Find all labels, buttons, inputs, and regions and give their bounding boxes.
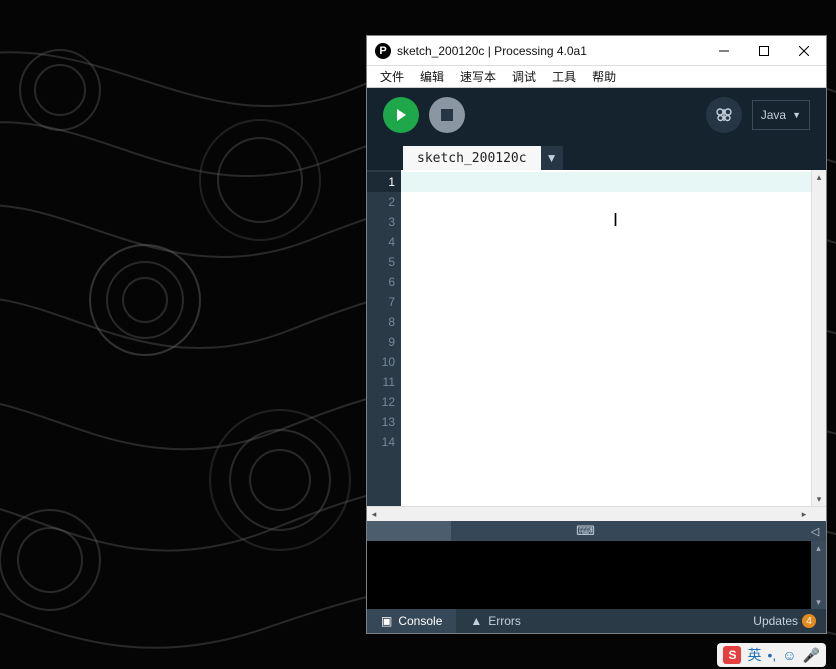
line-number[interactable]: 10 — [367, 352, 401, 372]
mode-selector[interactable]: Java ▼ — [752, 100, 810, 130]
scroll-left-icon[interactable]: ◂ — [367, 509, 381, 520]
sogou-icon[interactable]: S — [723, 646, 741, 664]
line-number[interactable]: 2 — [367, 192, 401, 212]
collapse-console-icon[interactable]: ◁ — [804, 521, 826, 541]
statusbar: ⌨ ◁ — [367, 521, 826, 541]
console-tab[interactable]: ▣ Console — [367, 609, 456, 633]
scroll-down-icon[interactable]: ▾ — [812, 492, 826, 506]
line-number[interactable]: 1 — [367, 172, 401, 192]
ime-emoji-icon[interactable]: ☺ — [782, 647, 796, 663]
line-number[interactable]: 4 — [367, 232, 401, 252]
close-button[interactable] — [784, 36, 824, 65]
ime-punct[interactable]: •, — [767, 647, 776, 663]
tabs-row: sketch_200120c ▼ — [367, 142, 826, 170]
stop-button[interactable] — [429, 97, 465, 133]
line-number[interactable]: 12 — [367, 392, 401, 412]
errors-tab[interactable]: ▲ Errors — [456, 609, 535, 633]
updates-label: Updates — [753, 614, 798, 628]
line-number[interactable]: 11 — [367, 372, 401, 392]
ime-lang[interactable]: 英 — [747, 645, 761, 665]
processing-window: P sketch_200120c | Processing 4.0a1 文件 编… — [367, 36, 826, 633]
warning-icon: ▲ — [470, 614, 482, 628]
tab-menu-button[interactable]: ▼ — [541, 146, 563, 170]
updates-badge: 4 — [802, 614, 816, 628]
debugger-button[interactable] — [706, 97, 742, 133]
line-number[interactable]: 5 — [367, 252, 401, 272]
ime-mic-icon[interactable]: 🎤 — [803, 647, 820, 664]
tab-sketch[interactable]: sketch_200120c — [403, 146, 541, 170]
play-icon — [394, 108, 408, 122]
menu-sketch[interactable]: 速写本 — [453, 66, 503, 87]
line-number[interactable]: 9 — [367, 332, 401, 352]
scroll-down-icon[interactable]: ▾ — [811, 595, 826, 609]
minimize-button[interactable] — [704, 36, 744, 65]
maximize-button[interactable] — [744, 36, 784, 65]
current-line-highlight — [401, 172, 811, 192]
line-gutter[interactable]: 1234567891011121314 — [367, 170, 401, 506]
menu-file[interactable]: 文件 — [373, 66, 411, 87]
console-scrollbar[interactable]: ▴ ▾ — [811, 541, 826, 609]
line-number[interactable]: 8 — [367, 312, 401, 332]
line-number[interactable]: 14 — [367, 432, 401, 452]
chevron-down-icon: ▼ — [546, 151, 558, 165]
code-editor[interactable]: I — [401, 170, 811, 506]
line-number[interactable]: 7 — [367, 292, 401, 312]
vertical-scrollbar[interactable]: ▴ ▾ — [811, 170, 826, 506]
status-progress — [367, 521, 451, 541]
chevron-down-icon: ▼ — [792, 110, 801, 120]
run-button[interactable] — [383, 97, 419, 133]
horizontal-scrollbar[interactable]: ◂ ▸ — [367, 506, 811, 521]
line-number[interactable]: 13 — [367, 412, 401, 432]
terminal-icon: ▣ — [381, 614, 392, 628]
window-title: sketch_200120c | Processing 4.0a1 — [397, 44, 704, 58]
menu-tools[interactable]: 工具 — [545, 66, 583, 87]
butterfly-icon — [715, 106, 733, 124]
footer: ▣ Console ▲ Errors Updates 4 — [367, 609, 826, 633]
toolbar: Java ▼ — [367, 88, 826, 142]
scroll-up-icon[interactable]: ▴ — [812, 170, 826, 184]
titlebar[interactable]: P sketch_200120c | Processing 4.0a1 — [367, 36, 826, 66]
processing-icon: P — [375, 43, 391, 59]
menu-debug[interactable]: 调试 — [505, 66, 543, 87]
stop-icon — [441, 109, 453, 121]
updates-button[interactable]: Updates 4 — [743, 614, 826, 628]
console-tab-label: Console — [398, 614, 442, 628]
mode-label: Java — [761, 108, 786, 122]
keyboard-icon[interactable]: ⌨ — [575, 521, 597, 541]
text-cursor-icon: I — [613, 210, 618, 231]
line-number[interactable]: 3 — [367, 212, 401, 232]
menubar: 文件 编辑 速写本 调试 工具 帮助 — [367, 66, 826, 88]
ime-toolbar[interactable]: S 英 •, ☺ 🎤 — [717, 643, 826, 667]
scroll-up-icon[interactable]: ▴ — [811, 541, 826, 555]
menu-help[interactable]: 帮助 — [585, 66, 623, 87]
line-number[interactable]: 6 — [367, 272, 401, 292]
menu-edit[interactable]: 编辑 — [413, 66, 451, 87]
console-panel[interactable]: ▴ ▾ — [367, 541, 826, 609]
errors-tab-label: Errors — [488, 614, 521, 628]
editor-area: 1234567891011121314 I ▴ ▾ — [367, 170, 826, 506]
scroll-right-icon[interactable]: ▸ — [797, 509, 811, 520]
